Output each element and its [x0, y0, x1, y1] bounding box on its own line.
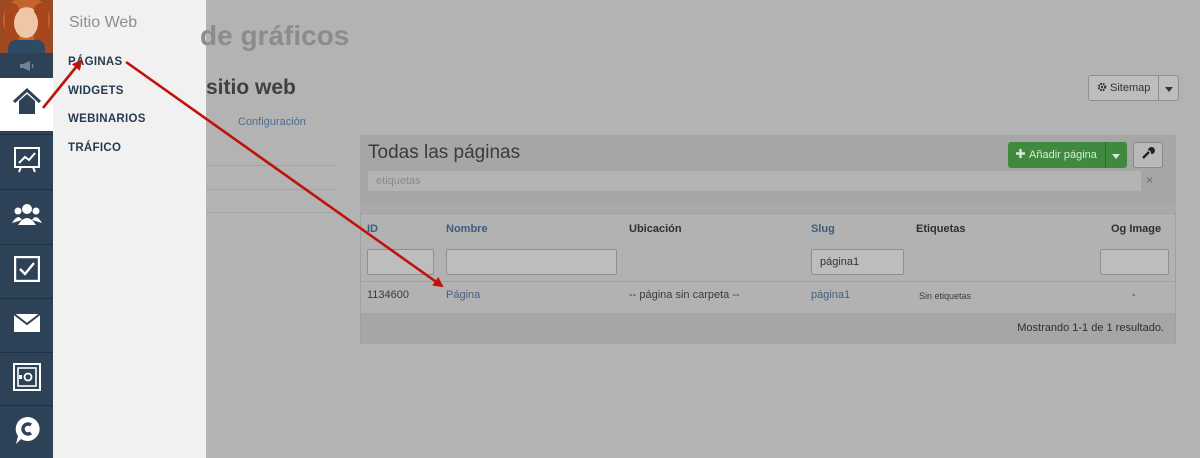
pages-table: ID Nombre Ubicación Slug Etiquetas Og Im…	[360, 213, 1176, 344]
add-page-button-group: Añadir página	[1008, 142, 1127, 168]
divider	[206, 212, 336, 213]
home-icon	[12, 87, 42, 122]
checkbox-icon	[13, 255, 40, 287]
sitemap-dropdown-toggle[interactable]	[1158, 76, 1178, 100]
submenu-title: Sitio Web	[69, 14, 138, 31]
cell-slug-link[interactable]: página1	[811, 289, 850, 301]
rail-email-button[interactable]	[0, 298, 53, 351]
caret-down-icon	[1164, 79, 1173, 97]
divider	[206, 165, 336, 166]
results-summary: Mostrando 1-1 de 1 resultado.	[1017, 322, 1164, 334]
mail-icon	[12, 312, 41, 337]
wrench-icon	[1141, 146, 1155, 164]
divider	[206, 189, 336, 190]
column-header-slug[interactable]: Slug	[811, 223, 835, 235]
avatar-shirt	[8, 40, 45, 53]
submenu-item-webinars[interactable]: WEBINARIOS	[68, 113, 146, 125]
column-header-id[interactable]: ID	[367, 223, 378, 235]
submenu-item-pages[interactable]: PÁGINAS	[68, 56, 123, 68]
cell-tags: Sin etiquetas	[919, 291, 972, 301]
avatar[interactable]	[0, 0, 53, 53]
add-page-dropdown-toggle[interactable]	[1104, 142, 1127, 168]
sitemap-button-group: Sitemap	[1088, 75, 1180, 101]
clear-tags-button[interactable]: ×	[1146, 173, 1153, 187]
caret-down-icon	[1112, 146, 1121, 164]
column-header-name[interactable]: Nombre	[446, 223, 488, 235]
column-header-og-image: Og Image	[1111, 223, 1162, 235]
slug-filter-input[interactable]: página1	[811, 249, 904, 275]
cell-og-image: -	[1132, 289, 1136, 301]
tags-filter-input[interactable]: etiquetas	[368, 171, 1141, 191]
table-footer: Mostrando 1-1 de 1 resultado.	[361, 313, 1175, 344]
megaphone-icon[interactable]	[0, 53, 53, 78]
sitemap-label: Sitemap	[1110, 82, 1151, 94]
cell-name-link[interactable]: Página	[446, 289, 480, 301]
chat-c-icon	[13, 415, 41, 450]
sitemap-button[interactable]: Sitemap	[1089, 76, 1158, 100]
cell-location: -- página sin carpeta --	[629, 289, 740, 301]
panel-title: Todas las páginas	[368, 142, 521, 163]
submenu-item-traffic[interactable]: TRÁFICO	[68, 142, 121, 154]
rail-chat-button[interactable]	[0, 405, 53, 458]
rail-contacts-button[interactable]	[0, 189, 53, 242]
add-page-button[interactable]: Añadir página	[1008, 142, 1105, 168]
safe-icon	[12, 362, 41, 396]
rail-stats-button[interactable]	[0, 134, 53, 187]
website-submenu: Sitio Web PÁGINAS WIDGETS WEBINARIOS TRÁ…	[53, 0, 206, 458]
tab-configuracion[interactable]: Configuración	[238, 116, 306, 128]
column-header-tags: Etiquetas	[916, 223, 966, 235]
users-icon	[11, 201, 42, 232]
chart-icon	[13, 145, 41, 178]
submenu-item-widgets[interactable]: WIDGETS	[68, 85, 124, 97]
rail-home-button[interactable]	[0, 78, 53, 131]
cell-id: 1134600	[367, 289, 410, 301]
rail-vault-button[interactable]	[0, 352, 53, 405]
icon-rail	[0, 0, 53, 458]
avatar-face	[14, 8, 38, 38]
name-filter-input[interactable]	[446, 249, 617, 275]
settings-wrench-button[interactable]	[1133, 142, 1163, 168]
column-header-location: Ubicación	[629, 223, 682, 235]
page-title: de gráficos	[200, 20, 350, 51]
rail-tasks-button[interactable]	[0, 244, 53, 297]
add-page-label: Añadir página	[1029, 149, 1097, 161]
section-title: sitio web	[206, 76, 296, 99]
pages-panel: Todas las páginas Añadir página etiqueta…	[360, 135, 1176, 344]
og-image-filter-input[interactable]	[1100, 249, 1169, 275]
row-divider	[361, 281, 1175, 282]
gear-icon	[1097, 82, 1107, 95]
plus-icon	[1016, 149, 1025, 161]
panel-header: Todas las páginas Añadir página etiqueta…	[360, 135, 1176, 205]
id-filter-input[interactable]	[367, 249, 434, 275]
